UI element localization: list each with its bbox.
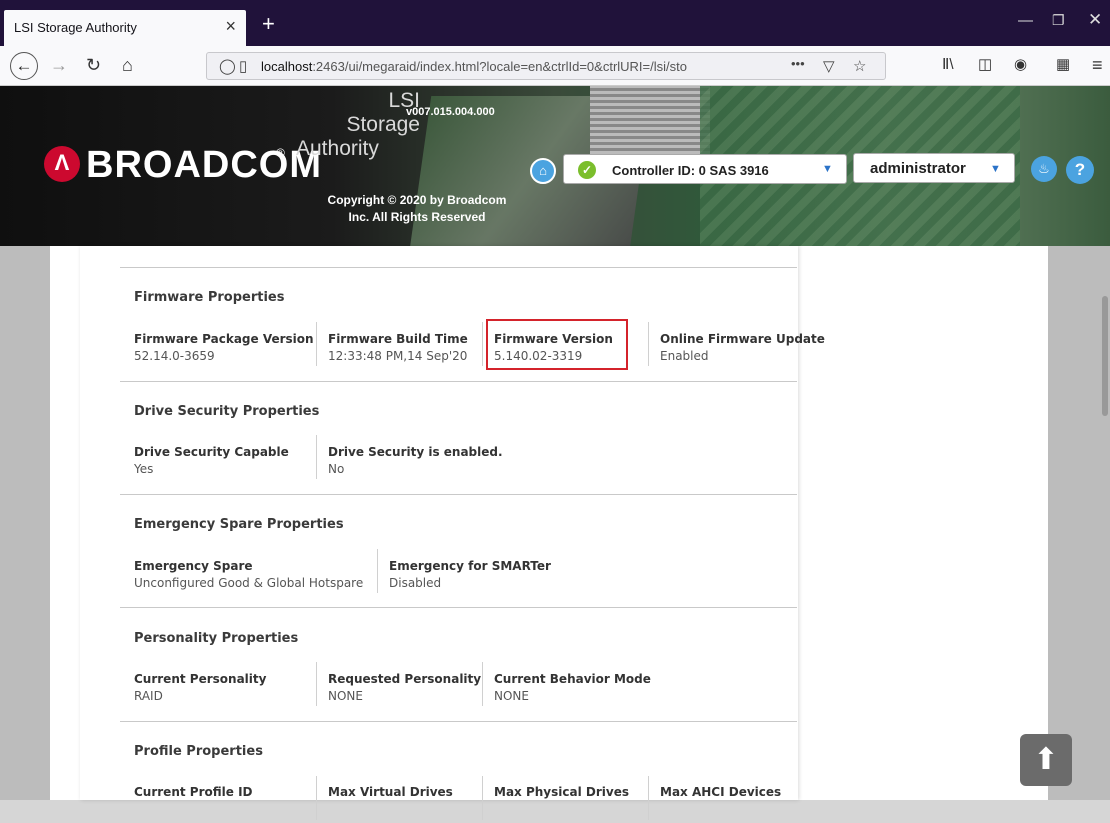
column-divider: [482, 662, 483, 706]
column-divider: [482, 322, 483, 366]
prop-emergency-for-smarter: Emergency for SMARTer Disabled: [389, 559, 551, 590]
library-icon[interactable]: Ⅱ\: [942, 54, 954, 76]
sidebar-icon[interactable]: ◫: [978, 54, 992, 76]
scroll-to-top-button[interactable]: ⬆: [1020, 734, 1072, 786]
divider: [120, 607, 797, 608]
app-title: LSI Storage Authority: [296, 89, 420, 160]
broadcom-logo-icon: Λ: [44, 146, 80, 182]
chevron-down-icon: ▼: [990, 163, 1001, 175]
controller-label: Controller ID: 0 SAS 3916: [612, 163, 769, 178]
bookmark-star-icon[interactable]: ☆: [853, 57, 866, 75]
home-button[interactable]: ⌂: [530, 158, 556, 184]
prop-current-personality: Current Personality RAID: [134, 672, 267, 703]
user-dropdown[interactable]: administrator ▼: [853, 153, 1015, 183]
page-info-icon[interactable]: ▯: [239, 57, 247, 75]
brand-registered-mark: ®: [276, 146, 285, 160]
browser-tab[interactable]: LSI Storage Authority ×: [4, 10, 246, 46]
divider: [120, 494, 797, 495]
column-divider: [482, 776, 483, 820]
divider: [120, 267, 797, 268]
pocket-icon[interactable]: ▽: [823, 57, 835, 75]
browser-navbar: ← → ↻ ⌂ ◯ ▯ localhost:2463/ui/megaraid/i…: [0, 46, 1110, 86]
prop-current-profile-id: Current Profile ID: [134, 785, 253, 799]
prop-firmware-package-version: Firmware Package Version 52.14.0-3659: [134, 332, 314, 363]
divider: [120, 721, 797, 722]
forward-arrow-icon[interactable]: →: [50, 54, 68, 76]
tab-close-icon[interactable]: ×: [225, 16, 236, 36]
section-title-personality: Personality Properties: [134, 631, 299, 646]
tab-title: LSI Storage Authority: [14, 20, 137, 35]
controller-dropdown[interactable]: ✓ Controller ID: 0 SAS 3916 ▼: [563, 154, 847, 184]
check-icon: ✓: [578, 161, 596, 179]
prop-max-ahci-devices: Max AHCI Devices: [660, 785, 782, 799]
browser-tab-strip: LSI Storage Authority × + — ❐ ✕: [0, 0, 1110, 46]
section-title-firmware: Firmware Properties: [134, 290, 285, 305]
section-title-profile: Profile Properties: [134, 744, 263, 759]
tracking-shield-icon[interactable]: ◯: [219, 57, 236, 75]
page-gutter-right: [1048, 246, 1110, 800]
section-title-drive-security: Drive Security Properties: [134, 404, 320, 419]
page-actions-icon[interactable]: •••: [791, 56, 805, 71]
prop-drive-security-enabled: Drive Security is enabled. No: [328, 445, 503, 476]
prop-drive-security-capable: Drive Security Capable Yes: [134, 445, 289, 476]
brand-name: BROADCOM: [86, 144, 322, 186]
prop-current-behavior-mode: Current Behavior Mode NONE: [494, 672, 651, 703]
window-close-icon[interactable]: ✕: [1088, 10, 1102, 30]
menu-icon[interactable]: ≡: [1092, 54, 1103, 76]
column-divider: [648, 322, 649, 366]
restore-icon[interactable]: ❐: [1052, 12, 1065, 29]
divider: [120, 381, 797, 382]
url-text: localhost:2463/ui/megaraid/index.html?lo…: [261, 59, 687, 74]
column-divider: [316, 776, 317, 820]
firmware-version-highlight: [486, 319, 628, 370]
page-gutter-left: [0, 246, 50, 800]
account-icon[interactable]: ◉: [1014, 54, 1027, 76]
home-icon[interactable]: ⌂: [122, 54, 133, 76]
prop-requested-personality: Requested Personality NONE: [328, 672, 482, 703]
prop-max-physical-drives: Max Physical Drives: [494, 785, 629, 799]
prop-firmware-build-time: Firmware Build Time 12:33:48 PM,14 Sep'2…: [328, 332, 468, 363]
minimize-icon[interactable]: —: [1018, 12, 1033, 29]
reload-icon[interactable]: ↻: [86, 54, 101, 76]
copyright-text: Copyright © 2020 by Broadcom Inc. All Ri…: [327, 193, 507, 224]
section-title-emergency-spare: Emergency Spare Properties: [134, 517, 344, 532]
column-divider: [316, 435, 317, 479]
column-divider: [648, 776, 649, 820]
new-tab-button[interactable]: +: [262, 13, 275, 35]
user-name: administrator: [870, 160, 966, 177]
column-divider: [316, 322, 317, 366]
back-arrow-icon[interactable]: ←: [10, 52, 38, 80]
prop-max-virtual-drives: Max Virtual Drives: [328, 785, 453, 799]
column-divider: [377, 549, 378, 593]
url-bar[interactable]: ◯ ▯ localhost:2463/ui/megaraid/index.htm…: [206, 52, 886, 80]
page-scrollbar[interactable]: [1102, 296, 1108, 416]
app-version: v007.015.004.000: [406, 106, 495, 118]
help-button[interactable]: ?: [1066, 156, 1094, 184]
column-divider: [316, 662, 317, 706]
extensions-icon[interactable]: ▦: [1056, 54, 1070, 76]
chevron-down-icon: ▼: [822, 163, 833, 175]
prop-online-firmware-update: Online Firmware Update Enabled: [660, 332, 825, 363]
notification-bell-icon[interactable]: ♨: [1031, 156, 1057, 182]
prop-emergency-spare: Emergency Spare Unconfigured Good & Glob…: [134, 559, 364, 590]
